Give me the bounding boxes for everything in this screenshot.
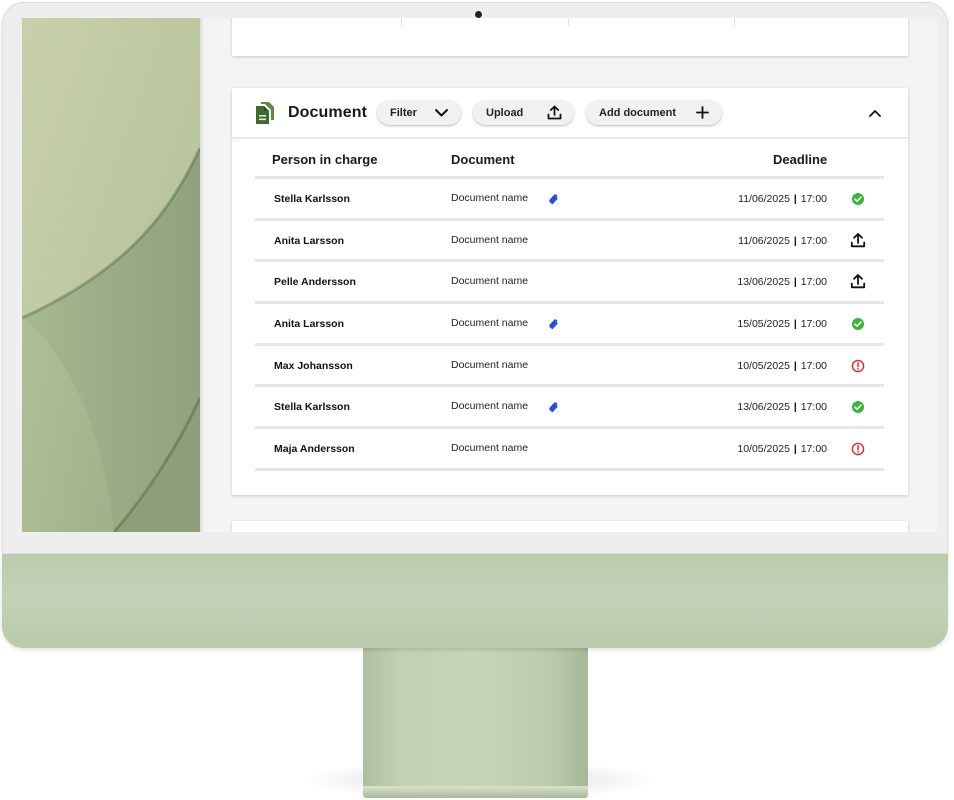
person-in-charge: Maja Andersson bbox=[274, 443, 355, 456]
deadline-separator: | bbox=[793, 443, 797, 456]
table-row[interactable]: Pelle Andersson Document name 13/06/2025 |… bbox=[255, 259, 884, 301]
deadline-date: 15/05/2025 bbox=[737, 318, 790, 331]
document-card: Document Filter Upload Add document Pers… bbox=[232, 88, 908, 495]
check-circle-icon bbox=[852, 318, 864, 331]
deadline-time: 17:00 bbox=[800, 443, 827, 456]
deadline-time: 17:00 bbox=[800, 234, 827, 247]
column-divider bbox=[734, 18, 735, 26]
person-in-charge: Pelle Andersson bbox=[274, 276, 356, 289]
column-header-deadline: Deadline bbox=[773, 152, 828, 167]
document-name-link[interactable]: Document name bbox=[451, 275, 528, 287]
upload-icon[interactable] bbox=[850, 232, 866, 248]
deadline-separator: | bbox=[793, 276, 797, 289]
upload-button[interactable]: Upload bbox=[473, 100, 574, 125]
column-header-person: Person in charge bbox=[272, 152, 378, 167]
documents-icon bbox=[256, 102, 274, 124]
deadline-value: 13/06/2025 | 17:00 bbox=[737, 401, 827, 413]
next-card bbox=[232, 521, 908, 532]
deadline-date: 11/06/2025 bbox=[738, 193, 790, 205]
deadline-value: 11/06/2025 | 17:00 bbox=[738, 193, 827, 205]
deadline-value: 11/06/2025 | 17:00 bbox=[738, 235, 827, 247]
column-divider bbox=[401, 18, 402, 26]
table-row[interactable]: Anita Larsson Document name 15/05/2025 | 1… bbox=[255, 301, 884, 343]
deadline-time: 17:00 bbox=[800, 276, 827, 289]
alert-circle-icon bbox=[851, 359, 865, 373]
card-title: Document bbox=[288, 104, 368, 121]
deadline-value: 10/05/2025 | 17:00 bbox=[737, 360, 827, 372]
table-row[interactable]: Stella Karlsson Document name 13/06/2025 |… bbox=[255, 384, 884, 426]
check-circle-icon bbox=[852, 401, 864, 414]
deadline-date: 11/06/2025 bbox=[738, 234, 790, 247]
filter-button[interactable]: Filter bbox=[377, 100, 461, 125]
column-divider bbox=[568, 18, 569, 26]
table-row[interactable]: Anita Larsson Document name 11/06/2025 | 1… bbox=[255, 217, 884, 260]
deadline-date: 10/05/2025 bbox=[737, 359, 790, 372]
upload-icon bbox=[547, 105, 562, 120]
deadline-value: 15/05/2025 | 17:00 bbox=[737, 318, 827, 330]
deadline-date: 13/06/2025 bbox=[737, 401, 790, 414]
chevron-up-icon[interactable] bbox=[868, 106, 882, 120]
deadline-time: 17:00 bbox=[800, 401, 827, 414]
deadline-value: 10/05/2025 | 17:00 bbox=[737, 443, 827, 455]
person-in-charge: Anita Larsson bbox=[274, 318, 345, 331]
chevron-down-icon bbox=[435, 109, 448, 117]
table-row[interactable]: Stella Karlsson Document name 11/06/2025 |… bbox=[255, 176, 884, 218]
check-circle-icon bbox=[852, 193, 864, 205]
document-name-link[interactable]: Document name bbox=[451, 359, 528, 371]
previous-card bbox=[232, 18, 908, 56]
document-name-link[interactable]: Document name bbox=[451, 192, 528, 204]
deadline-date: 10/05/2025 bbox=[737, 443, 790, 456]
alert-circle-icon bbox=[851, 442, 865, 456]
document-card-header: Document Filter Upload Add document bbox=[232, 88, 908, 138]
document-name-link[interactable]: Document name bbox=[451, 442, 528, 454]
screen: Document Filter Upload Add document Pers… bbox=[22, 18, 937, 532]
deadline-separator: | bbox=[793, 318, 797, 331]
table-row[interactable]: Maja Andersson Document name 10/05/2025 | … bbox=[255, 426, 884, 468]
person-in-charge: Anita Larsson bbox=[274, 234, 345, 247]
deadline-separator: | bbox=[793, 401, 797, 414]
deadline-date: 13/06/2025 bbox=[737, 276, 790, 289]
camera-icon bbox=[475, 11, 482, 18]
document-name-link[interactable]: Document name bbox=[451, 317, 528, 329]
document-name-link[interactable]: Document name bbox=[451, 400, 528, 412]
monitor-chin bbox=[2, 553, 948, 648]
deadline-time: 17:00 bbox=[800, 318, 827, 331]
deadline-separator: | bbox=[793, 359, 797, 372]
deadline-value: 13/06/2025 | 17:00 bbox=[737, 276, 827, 288]
document-table: Stella Karlsson Document name 11/06/2025 |… bbox=[255, 176, 884, 471]
monitor-stand-foot bbox=[363, 786, 588, 798]
document-name-link[interactable]: Document name bbox=[451, 234, 528, 246]
attachment-icon[interactable] bbox=[547, 317, 559, 331]
person-in-charge: Max Johansson bbox=[274, 359, 353, 372]
deadline-time: 17:00 bbox=[800, 359, 827, 372]
sidebar-edge-shadow bbox=[200, 18, 204, 532]
upload-button-label: Upload bbox=[486, 106, 524, 119]
table-bottom-divider bbox=[255, 467, 884, 471]
table-row[interactable]: Max Johansson Document name 10/05/2025 | 1… bbox=[255, 342, 884, 385]
add-document-button[interactable]: Add document bbox=[586, 100, 722, 125]
sidebar-wallpaper bbox=[22, 18, 200, 532]
attachment-icon[interactable] bbox=[547, 400, 559, 414]
plus-icon bbox=[696, 106, 709, 119]
column-header-document: Document bbox=[451, 152, 515, 167]
add-document-button-label: Add document bbox=[599, 106, 676, 119]
person-in-charge: Stella Karlsson bbox=[274, 193, 350, 205]
deadline-separator: | bbox=[793, 193, 797, 205]
deadline-separator: | bbox=[793, 234, 797, 247]
upload-icon[interactable] bbox=[850, 273, 866, 289]
person-in-charge: Stella Karlsson bbox=[274, 401, 350, 414]
monitor-stand bbox=[363, 646, 588, 792]
filter-button-label: Filter bbox=[390, 106, 417, 119]
attachment-icon[interactable] bbox=[547, 192, 559, 206]
deadline-time: 17:00 bbox=[800, 193, 827, 205]
